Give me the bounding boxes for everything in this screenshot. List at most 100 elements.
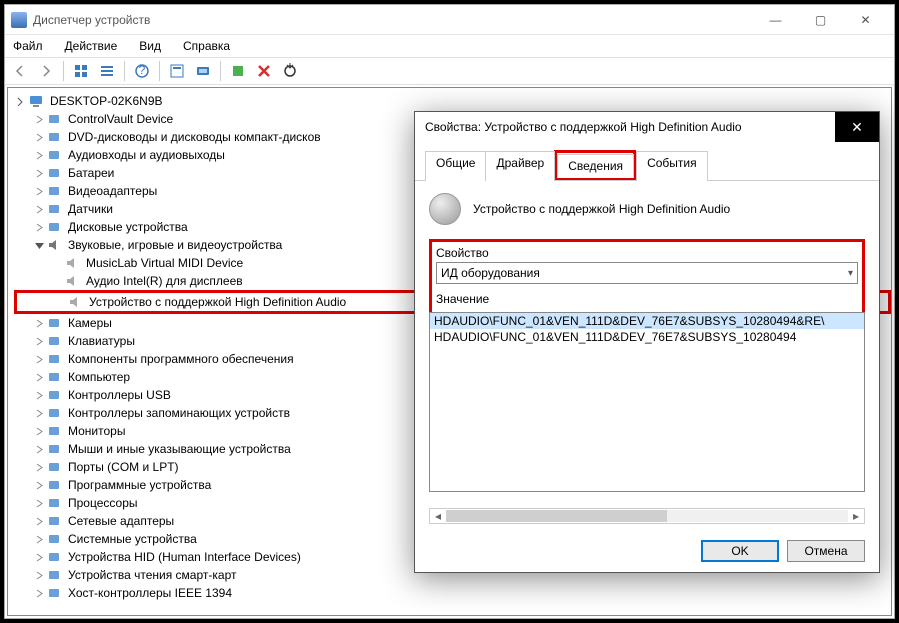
scan-button[interactable] xyxy=(192,60,214,82)
horizontal-scrollbar[interactable]: ◂ ▸ xyxy=(429,508,865,524)
device-category-icon xyxy=(46,495,62,511)
view-list-button[interactable] xyxy=(96,60,118,82)
expand-icon[interactable] xyxy=(32,187,46,196)
collapse-icon[interactable] xyxy=(32,241,46,250)
dialog-close-button[interactable]: ✕ xyxy=(835,112,879,142)
expand-icon[interactable] xyxy=(32,373,46,382)
scroll-thumb[interactable] xyxy=(446,510,667,522)
back-button[interactable] xyxy=(9,60,31,82)
expand-icon[interactable] xyxy=(32,427,46,436)
properties-dialog: Свойства: Устройство с поддержкой High D… xyxy=(414,111,880,573)
device-category-icon xyxy=(46,219,62,235)
tab-events[interactable]: События xyxy=(636,151,708,181)
help-button[interactable]: ? xyxy=(131,60,153,82)
speaker-icon xyxy=(67,294,83,310)
scroll-left-icon[interactable]: ◂ xyxy=(430,509,446,523)
expand-icon[interactable] xyxy=(32,391,46,400)
tab-driver[interactable]: Драйвер xyxy=(485,151,555,181)
dialog-title: Свойства: Устройство с поддержкой High D… xyxy=(425,120,835,134)
value-listbox[interactable]: HDAUDIO\FUNC_01&VEN_111D&DEV_76E7&SUBSYS… xyxy=(429,312,865,492)
expand-icon[interactable] xyxy=(32,355,46,364)
device-category-icon xyxy=(46,441,62,457)
device-category-icon xyxy=(46,369,62,385)
expand-icon[interactable] xyxy=(32,445,46,454)
expand-icon[interactable] xyxy=(32,499,46,508)
speaker-icon xyxy=(64,255,80,271)
forward-button[interactable] xyxy=(35,60,57,82)
dialog-titlebar: Свойства: Устройство с поддержкой High D… xyxy=(415,112,879,142)
close-button[interactable]: ✕ xyxy=(843,6,888,34)
maximize-button[interactable]: ▢ xyxy=(798,6,843,34)
device-manager-window: Диспетчер устройств — ▢ ✕ Файл Действие … xyxy=(4,4,895,619)
svg-text:?: ? xyxy=(139,63,146,77)
expand-icon[interactable] xyxy=(32,517,46,526)
speaker-icon xyxy=(46,237,62,253)
device-category-icon xyxy=(46,405,62,421)
expand-icon[interactable] xyxy=(32,205,46,214)
menubar: Файл Действие Вид Справка xyxy=(5,35,894,57)
property-combo[interactable]: ИД оборудования ▾ xyxy=(436,262,858,284)
tab-details[interactable]: Сведения xyxy=(557,154,634,178)
scroll-right-icon[interactable]: ▸ xyxy=(848,509,864,523)
expand-icon[interactable] xyxy=(32,481,46,490)
expand-icon[interactable] xyxy=(32,589,46,598)
device-category-icon xyxy=(46,585,62,601)
expand-icon[interactable] xyxy=(32,571,46,580)
dialog-tabs: Общие Драйвер Сведения События xyxy=(415,142,879,181)
expand-icon[interactable] xyxy=(32,133,46,142)
value-label: Значение xyxy=(436,292,858,306)
device-category-icon xyxy=(46,333,62,349)
expand-icon[interactable] xyxy=(32,535,46,544)
property-combo-value: ИД оборудования xyxy=(441,266,540,280)
expand-icon[interactable] xyxy=(32,409,46,418)
device-category-icon xyxy=(46,351,62,367)
device-category-icon xyxy=(46,549,62,565)
uninstall-button[interactable] xyxy=(253,60,275,82)
window-title: Диспетчер устройств xyxy=(33,13,753,27)
menu-help[interactable]: Справка xyxy=(179,37,234,55)
speaker-icon xyxy=(64,273,80,289)
device-category-icon xyxy=(46,387,62,403)
expand-icon[interactable] xyxy=(32,223,46,232)
device-category-icon xyxy=(46,165,62,181)
expand-icon[interactable] xyxy=(32,553,46,562)
property-label: Свойство xyxy=(436,246,858,260)
device-category-icon xyxy=(46,567,62,583)
expand-icon[interactable] xyxy=(32,169,46,178)
device-name-label: Устройство с поддержкой High Definition … xyxy=(473,202,730,216)
device-category-icon xyxy=(46,531,62,547)
list-item[interactable]: HDAUDIO\FUNC_01&VEN_111D&DEV_76E7&SUBSYS… xyxy=(430,329,864,345)
cancel-button[interactable]: Отмена xyxy=(787,540,865,562)
device-category-icon xyxy=(46,147,62,163)
tab-general[interactable]: Общие xyxy=(425,151,486,181)
device-category-icon xyxy=(46,477,62,493)
device-category-icon xyxy=(46,423,62,439)
device-category-icon xyxy=(46,183,62,199)
menu-view[interactable]: Вид xyxy=(135,37,165,55)
enable-button[interactable] xyxy=(227,60,249,82)
list-item[interactable]: HDAUDIO\FUNC_01&VEN_111D&DEV_76E7&SUBSYS… xyxy=(430,313,864,329)
device-category-icon xyxy=(46,315,62,331)
expand-icon[interactable] xyxy=(32,319,46,328)
expand-icon[interactable] xyxy=(32,337,46,346)
expand-icon[interactable] xyxy=(32,151,46,160)
ok-button[interactable]: OK xyxy=(701,540,779,562)
chevron-down-icon: ▾ xyxy=(848,268,853,279)
expand-icon[interactable] xyxy=(32,463,46,472)
speaker-large-icon xyxy=(429,193,461,225)
app-icon xyxy=(11,12,27,28)
minimize-button[interactable]: — xyxy=(753,6,798,34)
device-category-icon xyxy=(46,111,62,127)
menu-action[interactable]: Действие xyxy=(61,37,122,55)
view-icons-button[interactable] xyxy=(70,60,92,82)
properties-button[interactable] xyxy=(166,60,188,82)
menu-file[interactable]: Файл xyxy=(9,37,47,55)
computer-icon xyxy=(28,93,44,109)
tree-item[interactable]: Хост-контроллеры IEEE 1394 xyxy=(14,584,891,602)
expand-icon[interactable] xyxy=(32,115,46,124)
titlebar: Диспетчер устройств — ▢ ✕ xyxy=(5,5,894,35)
collapse-icon[interactable] xyxy=(14,97,28,106)
device-category-icon xyxy=(46,129,62,145)
tree-root[interactable]: DESKTOP-02K6N9B xyxy=(14,92,891,110)
update-button[interactable] xyxy=(279,60,301,82)
